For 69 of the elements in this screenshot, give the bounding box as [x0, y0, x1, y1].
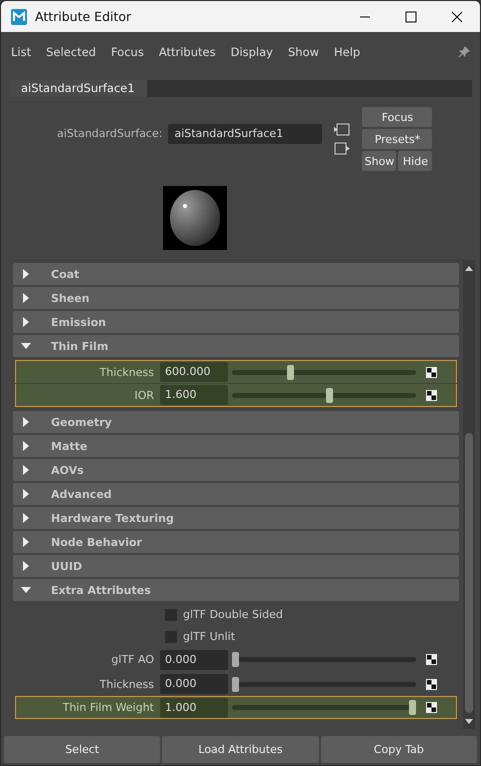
attribute-label: Thin Film Weight — [62, 701, 155, 714]
menu-item[interactable]: Display — [230, 45, 273, 59]
node-button[interactable]: Show — [362, 151, 396, 171]
section-header[interactable]: Thin Film — [13, 335, 459, 357]
node-button[interactable]: Presets* — [362, 129, 432, 149]
section-header[interactable]: Hardware Texturing — [13, 507, 459, 529]
checkbox[interactable] — [165, 630, 177, 642]
material-swatch — [163, 186, 227, 250]
slider[interactable] — [232, 676, 416, 692]
checkbox[interactable] — [165, 608, 177, 620]
value-field[interactable]: 1.000 — [160, 698, 228, 718]
attribute-label: Thickness — [98, 678, 155, 690]
window-title: Attribute Editor — [35, 9, 132, 24]
footer-button[interactable]: Load Attributes — [162, 736, 319, 763]
output-connection-icon[interactable] — [334, 142, 350, 155]
pin-icon[interactable] — [458, 46, 470, 58]
input-connection-icon[interactable] — [334, 123, 350, 136]
slider[interactable] — [232, 652, 416, 667]
scroll-down-icon[interactable] — [465, 719, 473, 725]
slider-thumb[interactable] — [232, 652, 239, 667]
menu-item[interactable]: Selected — [46, 45, 96, 59]
app-icon — [11, 8, 27, 24]
scrollbar[interactable] — [463, 261, 475, 729]
scroll-up-icon[interactable] — [465, 265, 473, 271]
menu-item[interactable]: List — [11, 45, 32, 59]
value-field[interactable]: 1.600 — [160, 385, 228, 405]
map-button-icon[interactable] — [426, 702, 437, 713]
value-field[interactable]: 0.000 — [160, 674, 228, 694]
node-button[interactable]: Focus — [362, 107, 432, 127]
menu-item[interactable]: Show — [288, 45, 320, 59]
slider[interactable] — [232, 700, 416, 715]
section-header[interactable]: Extra Attributes — [13, 579, 459, 601]
menu-item[interactable]: Help — [334, 45, 360, 59]
map-button-icon[interactable] — [426, 678, 437, 690]
node-button[interactable]: Hide — [398, 151, 432, 171]
node-type-label: aiStandardSurface: — [57, 127, 162, 142]
slider[interactable] — [232, 388, 416, 402]
section-header[interactable]: Emission — [13, 311, 459, 333]
slider-thumb[interactable] — [409, 700, 416, 715]
value-field[interactable]: 0.000 — [160, 650, 228, 670]
section-header[interactable]: Matte — [13, 435, 459, 457]
slider-thumb[interactable] — [326, 388, 333, 402]
section-header[interactable]: UUID — [13, 555, 459, 577]
checkbox-label: glTF Unlit — [183, 630, 236, 643]
slider-thumb[interactable] — [232, 676, 239, 692]
menu-item[interactable]: Attributes — [158, 45, 216, 59]
attribute-label: IOR — [133, 388, 155, 402]
footer-button[interactable]: Copy Tab — [320, 736, 477, 763]
menu-item[interactable]: Focus — [110, 45, 144, 59]
attribute-label: glTF AO — [110, 653, 155, 666]
section-header[interactable]: Node Behavior — [13, 531, 459, 553]
section-header[interactable]: Advanced — [13, 483, 459, 505]
section-header[interactable]: Coat — [13, 263, 459, 285]
maximize-icon[interactable] — [405, 10, 417, 22]
tab[interactable]: aiStandardSurface1 — [9, 80, 147, 97]
map-button-icon[interactable] — [426, 366, 437, 378]
value-field[interactable]: 600.000 — [160, 362, 228, 382]
slider-thumb[interactable] — [286, 364, 294, 380]
section-header[interactable]: Sheen — [13, 287, 459, 309]
close-icon[interactable] — [451, 10, 463, 22]
map-button-icon[interactable] — [426, 654, 437, 665]
section-header[interactable]: Geometry — [13, 411, 459, 433]
attribute-label: Thickness — [98, 366, 155, 378]
footer-button[interactable]: Select — [4, 736, 160, 763]
checkbox-label: glTF Double Sided — [183, 608, 283, 621]
map-button-icon[interactable] — [426, 390, 437, 400]
slider[interactable] — [232, 364, 416, 380]
section-header[interactable]: AOVs — [13, 459, 459, 481]
node-name-field[interactable]: aiStandardSurface1 — [168, 124, 322, 144]
